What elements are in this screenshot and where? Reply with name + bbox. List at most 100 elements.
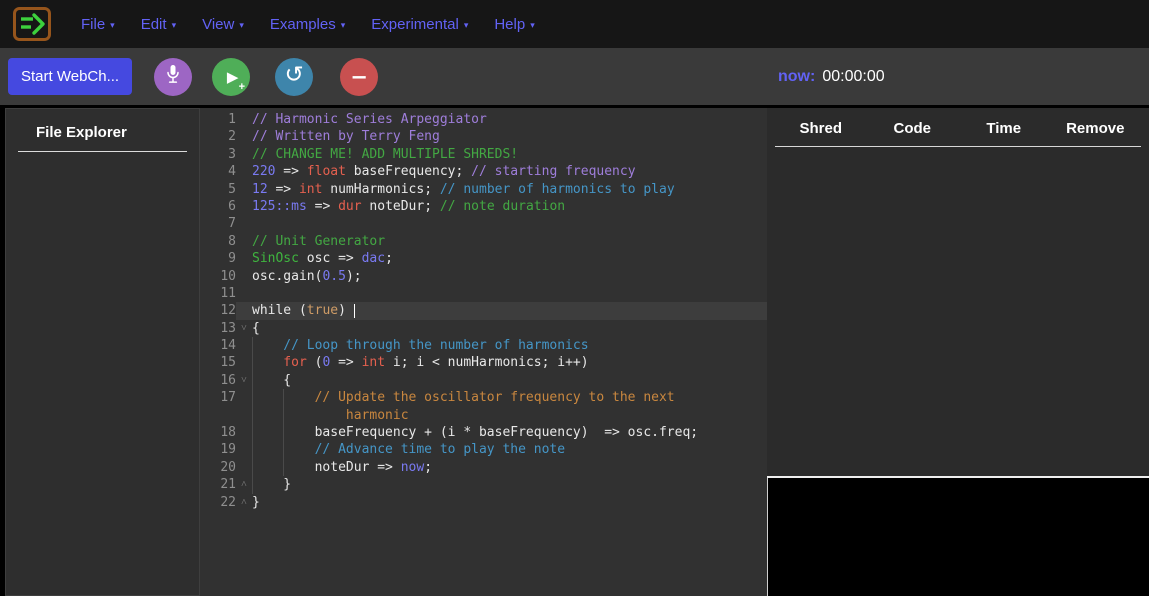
- code-text: // Harmonic Series Arpeggiator: [252, 111, 767, 128]
- shred-table-column-time: Time: [958, 120, 1050, 137]
- line-number: 5: [200, 181, 236, 198]
- fold-gutter: [236, 337, 252, 354]
- line-number: 9: [200, 250, 236, 267]
- code-text: osc.gain(0.5);: [252, 268, 767, 285]
- divider: [18, 151, 187, 152]
- code-text: }: [252, 476, 767, 493]
- code-line[interactable]: 10 osc.gain(0.5);: [200, 268, 767, 285]
- code-line[interactable]: 2// Written by Terry Feng: [200, 128, 767, 145]
- code-text: // Advance time to play the note: [252, 441, 767, 458]
- code-line[interactable]: 18baseFrequency + (i * baseFrequency) =>…: [200, 424, 767, 441]
- menu-edit[interactable]: Edit ▾: [128, 16, 189, 33]
- fold-up-icon[interactable]: ˄: [236, 476, 252, 493]
- indent-guide: [283, 407, 284, 424]
- code-line[interactable]: 17// Update the oscillator frequency to …: [200, 389, 767, 406]
- menu-file[interactable]: File▾: [68, 16, 128, 33]
- code-line[interactable]: 14// Loop through the number of harmonic…: [200, 337, 767, 354]
- code-text: harmonic: [252, 407, 767, 424]
- code-line[interactable]: 12while (true): [200, 302, 767, 319]
- code-line[interactable]: 19// Advance time to play the note: [200, 441, 767, 458]
- menu-view[interactable]: View▾: [189, 16, 257, 33]
- code-line[interactable]: 4 220 => float baseFrequency; // starting…: [200, 163, 767, 180]
- menu-label: Edit: [141, 16, 167, 33]
- line-number: 11: [200, 285, 236, 302]
- visualizer-canvas: [767, 478, 1149, 596]
- code-line[interactable]: 9SinOsc osc => dac;: [200, 250, 767, 267]
- code-line[interactable]: 1// Harmonic Series Arpeggiator: [200, 111, 767, 128]
- fold-up-icon[interactable]: ˄: [236, 494, 252, 511]
- line-number: 14: [200, 337, 236, 354]
- fold-gutter: [236, 146, 252, 163]
- indent-guide: [252, 476, 253, 493]
- text-cursor: [354, 304, 356, 318]
- fold-gutter: [236, 163, 252, 180]
- line-number: 4: [200, 163, 236, 180]
- line-number: 10: [200, 268, 236, 285]
- menu-experimental[interactable]: Experimental▾: [358, 16, 481, 33]
- code-text: baseFrequency + (i * baseFrequency) => o…: [252, 424, 767, 441]
- vm-time-display: now: 00:00:00: [767, 68, 1149, 86]
- code-line[interactable]: 13˅{: [200, 320, 767, 337]
- fold-gutter: [236, 111, 252, 128]
- code-line[interactable]: 15 for (0 => int i; i < numHarmonics; i++…: [200, 354, 767, 371]
- code-text: // Written by Terry Feng: [252, 128, 767, 145]
- code-text: for (0 => int i; i < numHarmonics; i++): [252, 354, 767, 371]
- code-line[interactable]: 21˄}: [200, 476, 767, 493]
- indent-guide: [252, 441, 253, 458]
- code-line[interactable]: 512 => int numHarmonics; // number of ha…: [200, 181, 767, 198]
- code-line[interactable]: 3// CHANGE ME! ADD MULTIPLE SHREDS!: [200, 146, 767, 163]
- indent-guide: [283, 424, 284, 441]
- code-line[interactable]: harmonic: [200, 407, 767, 424]
- play-add-shred-button[interactable]: ▶ +: [212, 58, 250, 96]
- shred-table-column-code: Code: [867, 120, 959, 137]
- fold-gutter: [236, 233, 252, 250]
- shred-table-header: ShredCodeTimeRemove: [775, 120, 1141, 147]
- fold-gutter: [236, 198, 252, 215]
- shred-table-column-shred: Shred: [775, 120, 867, 137]
- navbar: File▾ Edit ▾ View▾Examples▾Experimental▾Hel…: [0, 0, 1149, 48]
- code-line[interactable]: 16˅{: [200, 372, 767, 389]
- menu-label: Examples: [270, 16, 336, 33]
- line-number: 15: [200, 354, 236, 371]
- code-line[interactable]: 6 125::ms => dur noteDur; // note duratio…: [200, 198, 767, 215]
- indent-guide: [283, 459, 284, 476]
- menu-label: View: [202, 16, 234, 33]
- menu-examples[interactable]: Examples▾: [257, 16, 358, 33]
- indent-guide: [283, 389, 284, 406]
- fold-gutter: [236, 407, 252, 424]
- revert-button[interactable]: ↺: [275, 58, 313, 96]
- fold-gutter: [236, 215, 252, 232]
- line-number: 20: [200, 459, 236, 476]
- mic-button[interactable]: [154, 58, 192, 96]
- remove-shred-button[interactable]: −: [340, 58, 378, 96]
- indent-guide: [252, 354, 253, 371]
- code-text: 125::ms => dur noteDur; // note duration: [252, 198, 767, 215]
- code-line[interactable]: 22˄}: [200, 494, 767, 511]
- right-panel: ShredCodeTimeRemove: [767, 108, 1149, 596]
- code-line[interactable]: 7: [200, 215, 767, 232]
- code-text: [252, 285, 767, 302]
- code-text: {: [252, 372, 767, 389]
- code-line[interactable]: 20noteDur => now;: [200, 459, 767, 476]
- start-webchuck-button[interactable]: Start WebCh...: [8, 58, 132, 95]
- indent-guide: [252, 389, 253, 406]
- code-text: 220 => float baseFrequency; // starting …: [252, 163, 767, 180]
- fold-gutter: [236, 128, 252, 145]
- file-explorer-title: File Explorer: [36, 124, 199, 141]
- line-number: 3: [200, 146, 236, 163]
- indent-guide: [283, 441, 284, 458]
- menu-help[interactable]: Help▾: [481, 16, 547, 33]
- line-number: 12: [200, 302, 236, 319]
- line-number: 21: [200, 476, 236, 493]
- indent-guide: [252, 372, 253, 389]
- line-number: [200, 407, 236, 424]
- fold-down-icon[interactable]: ˅: [236, 372, 252, 389]
- line-number: 6: [200, 198, 236, 215]
- fold-down-icon[interactable]: ˅: [236, 320, 252, 337]
- shred-table: ShredCodeTimeRemove: [767, 108, 1149, 478]
- code-editor[interactable]: 1// Harmonic Series Arpeggiator2// Writt…: [200, 108, 767, 596]
- fold-gutter: [236, 268, 252, 285]
- code-line[interactable]: 8// Unit Generator: [200, 233, 767, 250]
- code-line[interactable]: 11: [200, 285, 767, 302]
- caret-down-icon: ▾: [172, 18, 177, 31]
